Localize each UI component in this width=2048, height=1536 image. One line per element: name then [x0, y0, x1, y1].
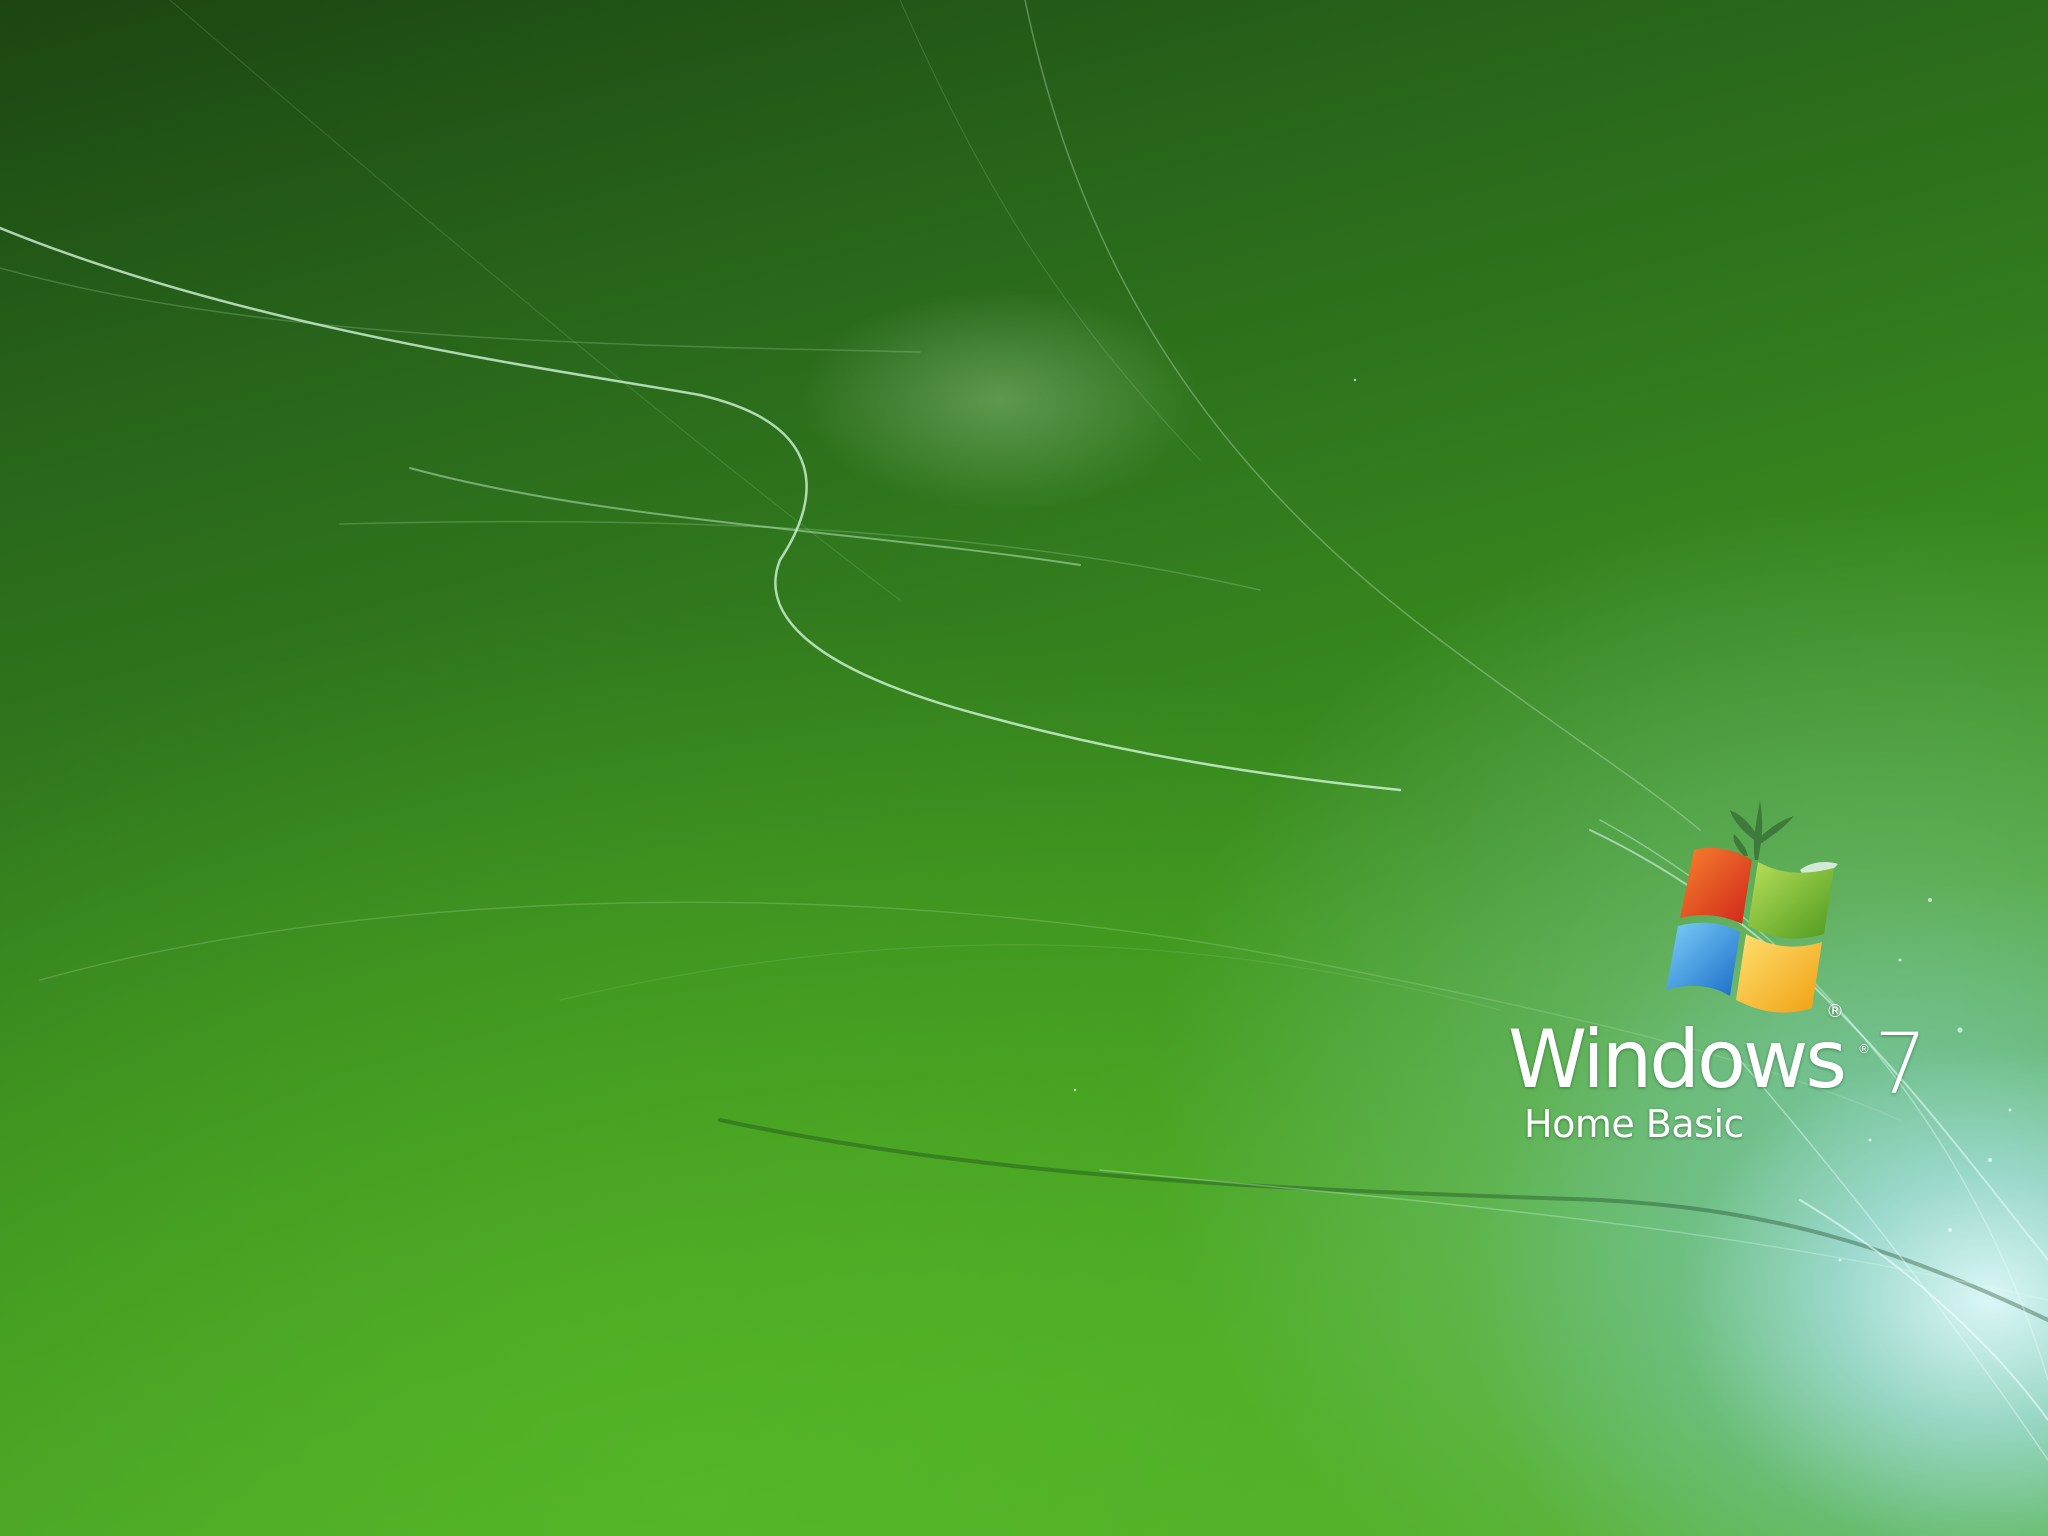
registered-mark-small: ® — [1858, 1042, 1870, 1056]
version-number: 7 — [1874, 1015, 1928, 1113]
plant-sprout-icon — [1730, 800, 1794, 860]
desktop-background: ® Windows ® 7 Home Basic — [0, 0, 2048, 1536]
windows-branding: ® Windows ® 7 Home Basic — [1500, 1002, 1927, 1160]
product-name: Windows — [1508, 1013, 1847, 1106]
windows-flag-icon — [1666, 800, 1838, 1013]
edition-name: Home Basic — [1524, 1102, 1744, 1146]
wallpaper-swirl-lines — [0, 0, 2048, 1461]
